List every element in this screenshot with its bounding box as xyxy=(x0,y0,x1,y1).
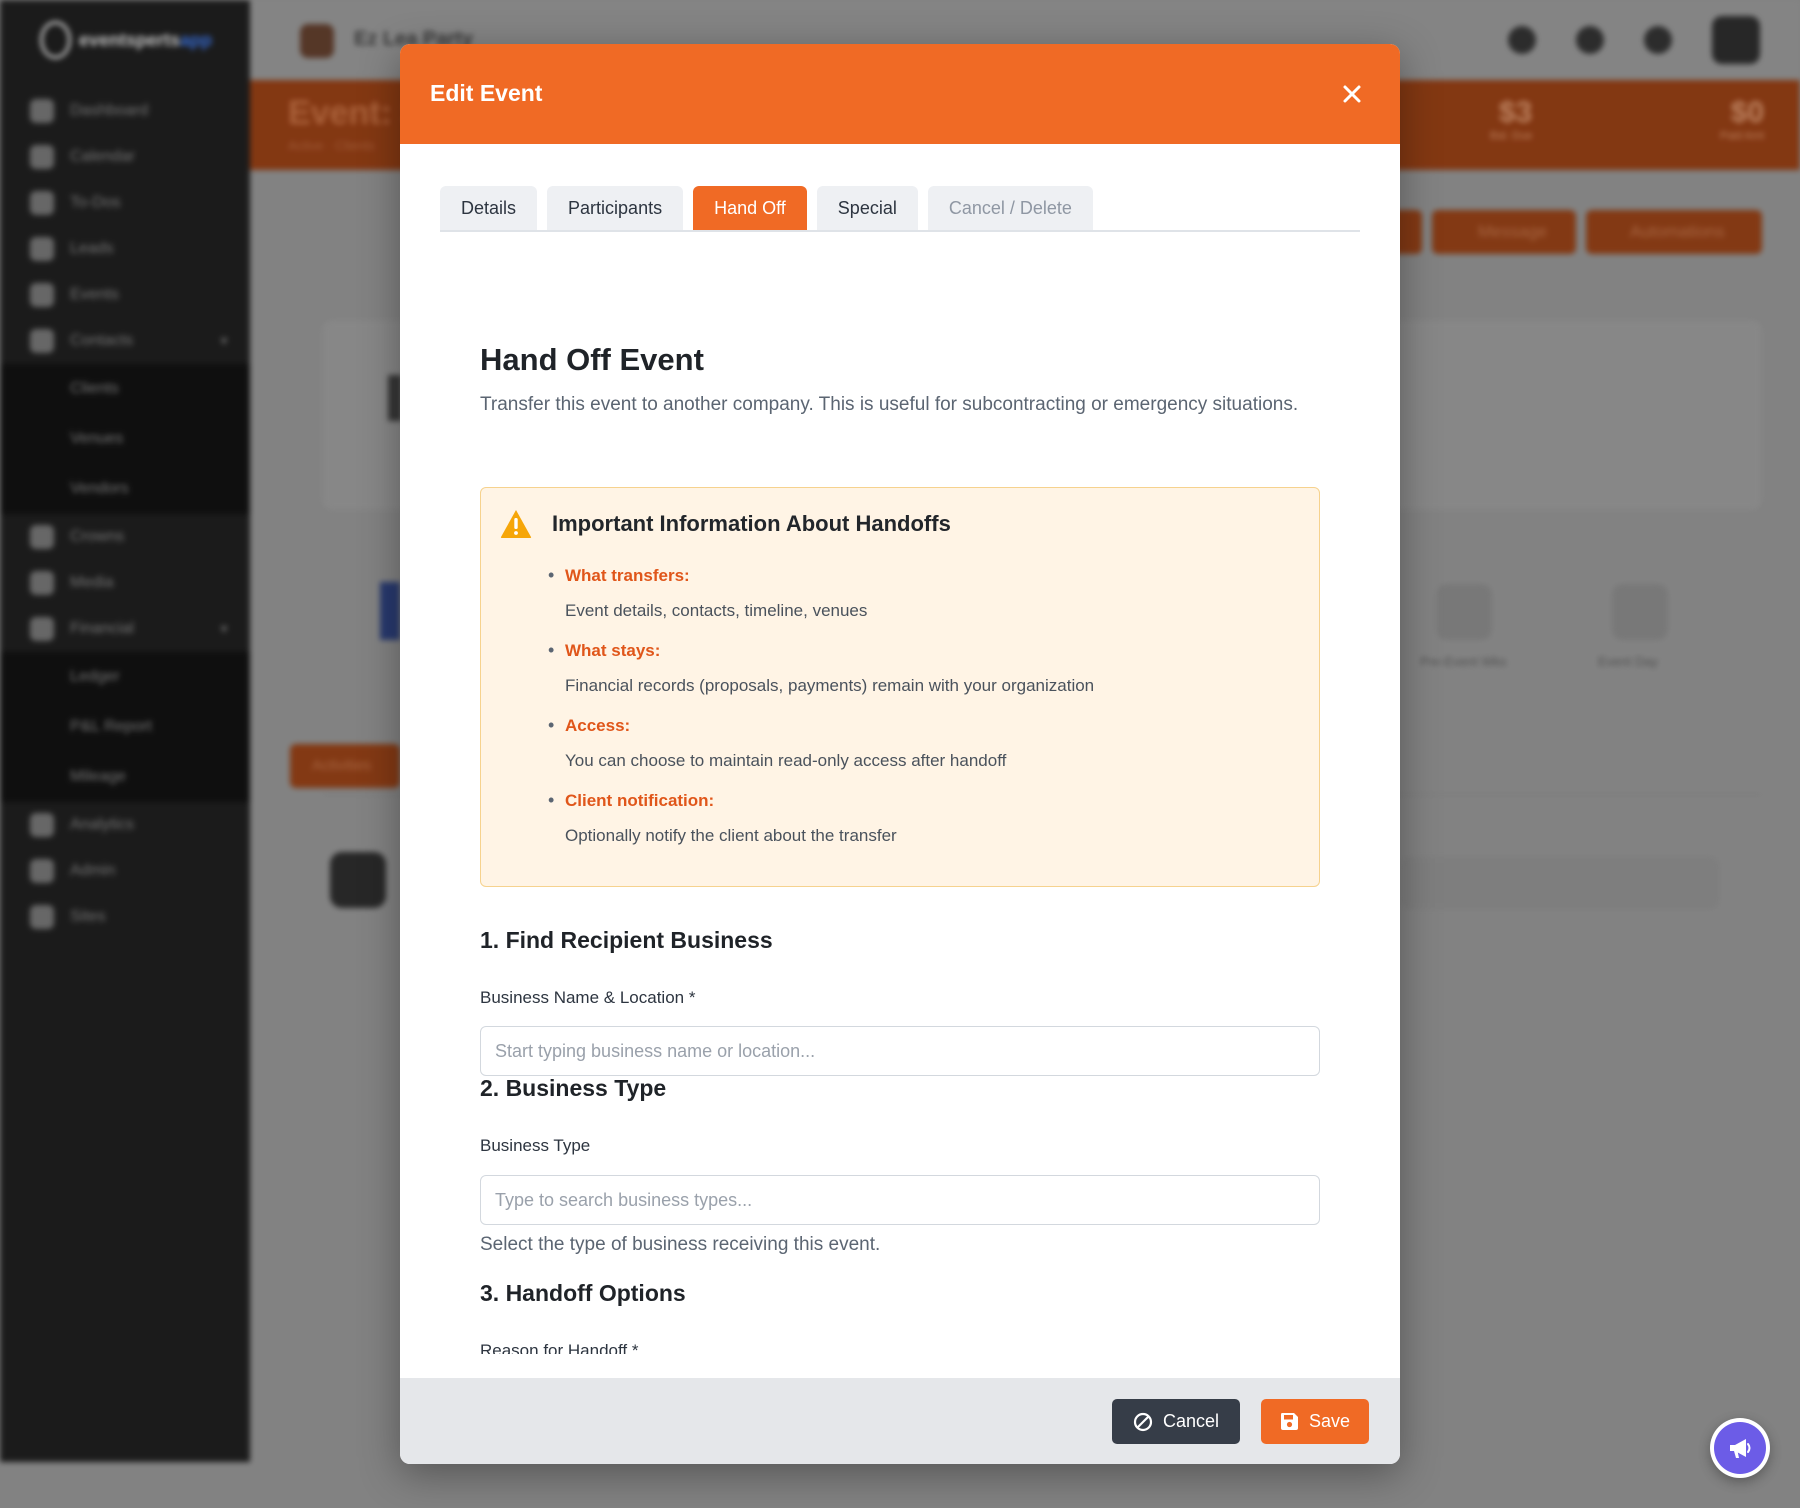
section-description: Transfer this event to another company. … xyxy=(480,394,1299,415)
info-item-label: What stays: xyxy=(565,641,661,660)
ban-icon xyxy=(1133,1412,1153,1431)
cancel-button[interactable]: Cancel xyxy=(1112,1399,1240,1444)
cancel-button-label: Cancel xyxy=(1162,1411,1220,1431)
megaphone-icon xyxy=(1730,1439,1751,1458)
info-item-label: Client notification: xyxy=(565,791,715,810)
floppy-disk-icon xyxy=(1280,1413,1298,1430)
list-item: What transfers: Event details, contacts,… xyxy=(548,565,1285,621)
section-title-find-recipient: 1. Find Recipient Business xyxy=(480,927,773,953)
business-type-label: Business Type xyxy=(480,1136,591,1155)
business-search-input[interactable] xyxy=(480,1026,1320,1076)
info-list: What transfers: Event details, contacts,… xyxy=(548,565,1285,865)
modal-body[interactable]: Hand Off Event Transfer this event to an… xyxy=(400,232,1400,1354)
tab-participants[interactable]: Participants xyxy=(547,186,684,230)
edit-event-modal: Edit Event Details Participants Hand Off… xyxy=(400,44,1400,1464)
modal-header: Edit Event xyxy=(400,44,1400,144)
business-type-help: Select the type of business receiving th… xyxy=(480,1234,881,1255)
save-button[interactable]: Save xyxy=(1261,1399,1369,1444)
alert-title: Important Information About Handoffs xyxy=(552,511,951,536)
info-item-label: What transfers: xyxy=(565,566,690,585)
save-button-label: Save xyxy=(1308,1411,1351,1431)
modal-footer: Cancel Save xyxy=(400,1378,1400,1464)
info-item-value: You can choose to maintain read-only acc… xyxy=(565,751,1007,770)
tab-details[interactable]: Details xyxy=(440,186,538,230)
tab-cancel-delete[interactable]: Cancel / Delete xyxy=(927,186,1093,230)
list-item: What stays: Financial records (proposals… xyxy=(548,640,1285,696)
tab-hand-off[interactable]: Hand Off xyxy=(693,186,807,230)
handoff-reason-label: Reason for Handoff * xyxy=(480,1341,639,1354)
info-item-label: Access: xyxy=(565,716,631,735)
section-heading: Hand Off Event xyxy=(480,342,704,377)
warning-icon xyxy=(500,510,532,538)
business-type-input[interactable] xyxy=(480,1175,1320,1225)
tab-special[interactable]: Special xyxy=(816,186,918,230)
modal-title: Edit Event xyxy=(430,80,543,106)
info-item-value: Financial records (proposals, payments) … xyxy=(565,676,1095,695)
section-title-business-type: 2. Business Type xyxy=(480,1075,667,1101)
info-item-value: Optionally notify the client about the t… xyxy=(565,826,897,845)
modal-tabs: Details Participants Hand Off Special Ca… xyxy=(440,186,1360,232)
list-item: Client notification: Optionally notify t… xyxy=(548,790,1285,846)
close-button[interactable] xyxy=(1334,76,1370,112)
handoff-info-alert: Important Information About Handoffs Wha… xyxy=(480,487,1320,887)
list-item: Access: You can choose to maintain read-… xyxy=(548,715,1285,771)
announcements-button[interactable] xyxy=(1710,1418,1770,1478)
section-title-handoff-options: 3. Handoff Options xyxy=(480,1280,686,1306)
business-name-label: Business Name & Location * xyxy=(480,988,696,1007)
info-item-value: Event details, contacts, timeline, venue… xyxy=(565,601,868,620)
close-icon xyxy=(1343,85,1361,103)
